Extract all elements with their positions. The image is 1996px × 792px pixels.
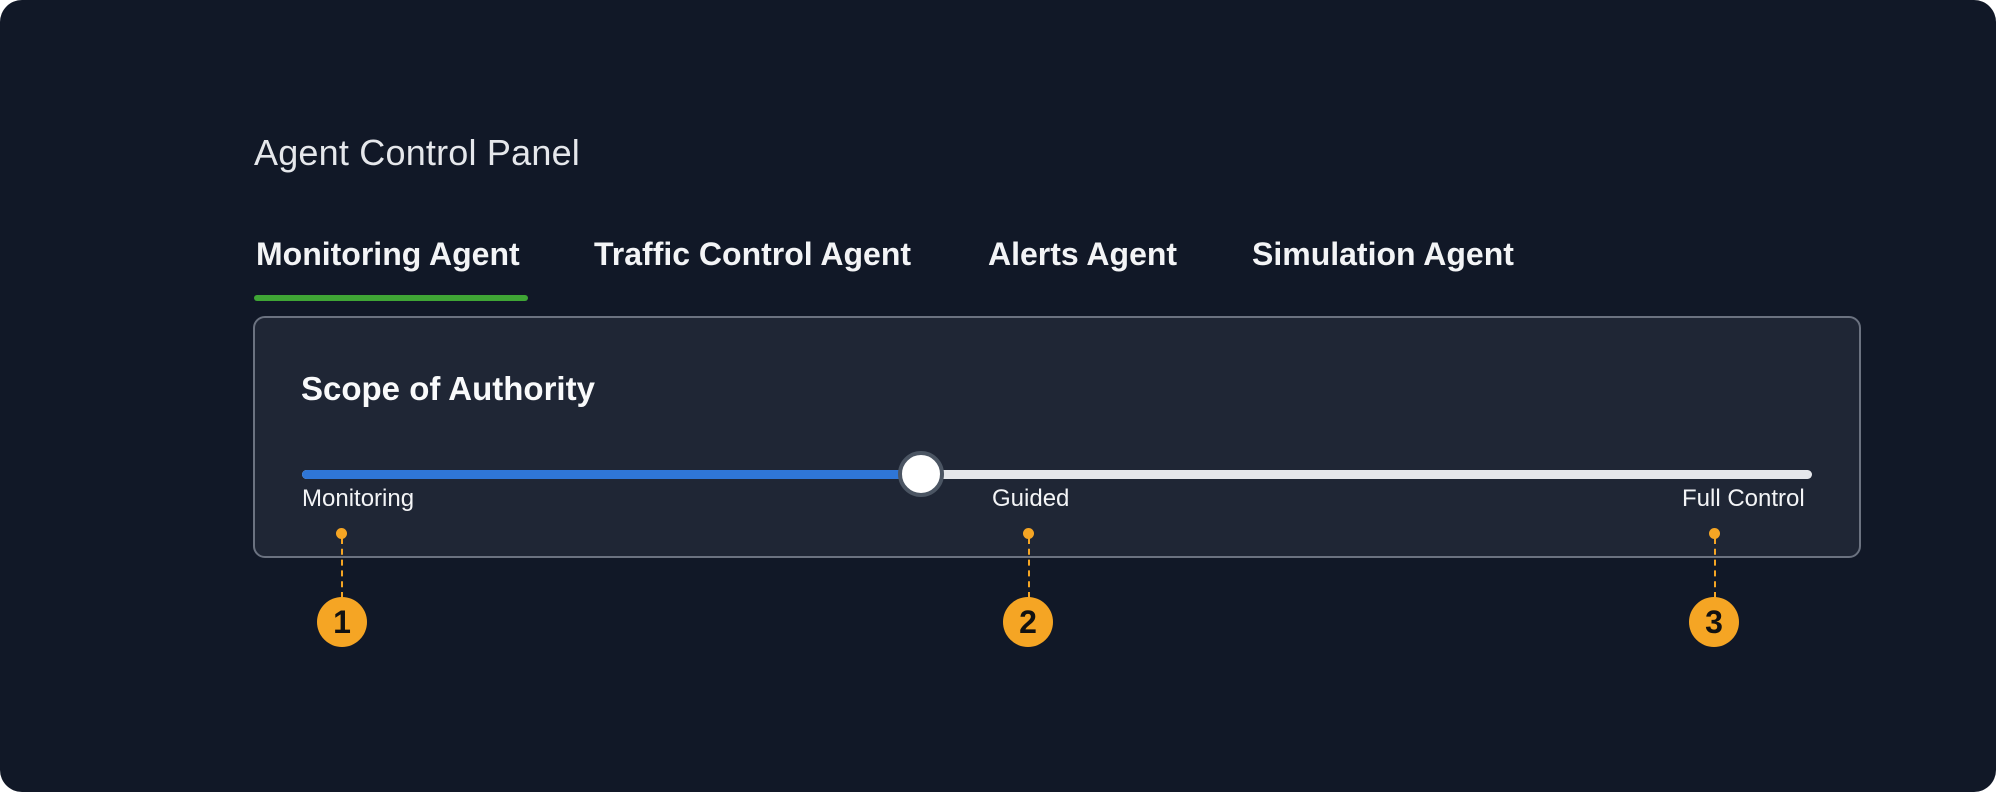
tab-simulation-agent[interactable]: Simulation Agent — [1252, 236, 1514, 273]
callout-line-1 — [341, 538, 343, 598]
stop-label-guided: Guided — [992, 485, 1070, 512]
stop-label-monitoring: Monitoring — [302, 485, 415, 512]
tab-monitoring-agent[interactable]: Monitoring Agent — [256, 236, 520, 273]
callout-line-2 — [1028, 538, 1030, 598]
tab-traffic-control-agent[interactable]: Traffic Control Agent — [594, 236, 911, 273]
callout-line-3 — [1714, 538, 1716, 598]
scope-title: Scope of Authority — [301, 370, 595, 407]
active-tab-indicator — [254, 295, 528, 301]
callout-badge-3: 3 — [1689, 597, 1739, 647]
app-frame: Agent Control Panel Monitoring Agent Tra… — [0, 0, 1996, 792]
callout-badge-2: 2 — [1003, 597, 1053, 647]
slider-thumb[interactable] — [898, 451, 945, 497]
callout-badge-1: 1 — [317, 597, 367, 647]
page-title: Agent Control Panel — [254, 132, 581, 173]
slider-fill — [302, 470, 922, 479]
stop-label-full-control: Full Control — [1682, 485, 1805, 512]
tab-alerts-agent[interactable]: Alerts Agent — [988, 236, 1177, 273]
scope-card — [253, 316, 1861, 558]
